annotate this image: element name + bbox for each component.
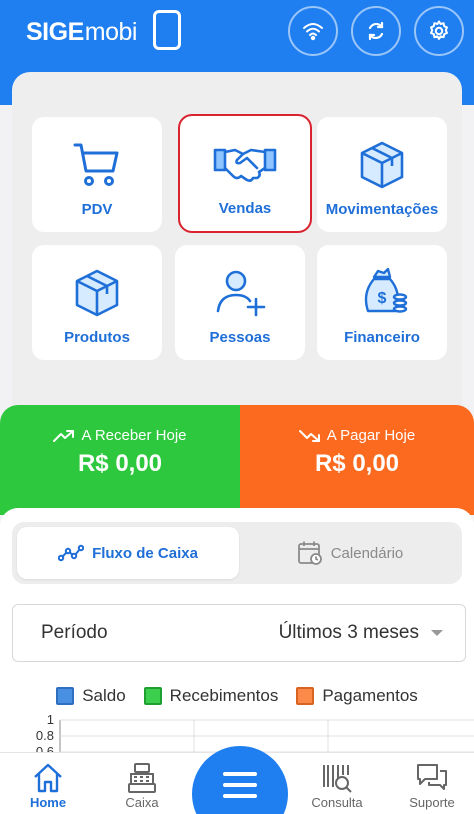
- tile-label: Vendas: [218, 200, 272, 217]
- logo-phone-icon: [153, 10, 181, 50]
- receber-label: A Receber Hoje: [81, 427, 187, 444]
- settings-button[interactable]: [414, 6, 464, 56]
- box-icon: [75, 269, 119, 317]
- nav-label: Caixa: [125, 795, 159, 810]
- periodo-select[interactable]: Período Últimos 3 meses: [12, 604, 466, 662]
- add-person-icon: [216, 270, 266, 317]
- pagar-hoje-card[interactable]: A Pagar Hoje R$ 0,00: [240, 405, 474, 515]
- menu-icon: [223, 772, 257, 805]
- chat-support-icon: [417, 764, 447, 790]
- settings-icon: [430, 20, 448, 40]
- tile-label: PDV: [81, 201, 113, 218]
- tile-label: Financeiro: [344, 329, 420, 346]
- tile-financeiro[interactable]: $ Financeiro: [317, 245, 447, 360]
- periodo-value: Últimos 3 meses: [278, 622, 419, 643]
- legend-label: Recebimentos: [169, 686, 279, 705]
- nav-label: Consulta: [311, 795, 363, 810]
- tile-movimentacoes[interactable]: Movimentações: [317, 117, 447, 232]
- legend-label: Pagamentos: [322, 686, 418, 705]
- sync-icon: [368, 21, 384, 41]
- box-icon: [360, 141, 404, 189]
- svg-text:$: $: [378, 290, 387, 307]
- cash-register-icon: [128, 763, 156, 793]
- tile-vendas[interactable]: Vendas: [178, 114, 312, 233]
- barcode-search-icon: [323, 765, 352, 793]
- tab-fluxo-de-caixa[interactable]: Fluxo de Caixa: [17, 527, 239, 579]
- legend-swatch: [143, 687, 162, 705]
- wifi-icon: [303, 23, 323, 41]
- nav-label: Home: [29, 795, 67, 810]
- legend-item-saldo[interactable]: Saldo: [56, 686, 126, 706]
- chart-legend: Saldo Recebimentos Pagamentos: [0, 686, 474, 706]
- tile-label: Pessoas: [209, 329, 271, 346]
- pagar-label: A Pagar Hoje: [326, 427, 416, 444]
- legend-swatch: [56, 687, 75, 705]
- tab-calendario[interactable]: Calendário: [244, 527, 456, 579]
- trend-up-icon: [53, 429, 75, 442]
- handshake-icon: [213, 148, 277, 182]
- logo-light-text: mobi: [84, 18, 138, 46]
- receber-value: R$ 0,00: [77, 450, 163, 477]
- sync-button[interactable]: [351, 6, 401, 56]
- legend-item-pagamentos[interactable]: Pagamentos: [296, 686, 418, 706]
- receber-hoje-card[interactable]: A Receber Hoje R$ 0,00: [0, 405, 240, 515]
- line-chart-icon: [58, 544, 85, 562]
- tab-label: Fluxo de Caixa: [92, 544, 198, 562]
- view-segmented-control: Fluxo de Caixa Calendário: [12, 522, 462, 584]
- logo-bold-text: SIGE: [26, 18, 84, 46]
- pagar-value: R$ 0,00: [314, 450, 400, 477]
- y-tick-label: 1: [46, 712, 54, 727]
- app-logo: SIGE mobi: [26, 18, 137, 54]
- tile-produtos[interactable]: Produtos: [32, 245, 162, 360]
- tab-label: Calendário: [330, 544, 404, 562]
- trend-down-icon: [298, 429, 320, 442]
- wifi-button[interactable]: [288, 6, 338, 56]
- tile-label: Produtos: [64, 329, 130, 346]
- legend-label: Saldo: [82, 686, 126, 705]
- nav-suporte[interactable]: Suporte: [392, 761, 472, 810]
- nav-home[interactable]: Home: [8, 761, 88, 810]
- tile-pessoas[interactable]: Pessoas: [175, 245, 305, 360]
- legend-item-recebimentos[interactable]: Recebimentos: [143, 686, 279, 706]
- home-icon: [34, 763, 62, 793]
- nav-consulta[interactable]: Consulta: [297, 761, 377, 810]
- tile-label: Movimentações: [325, 201, 439, 218]
- chevron-down-icon: [431, 630, 443, 636]
- periodo-label: Período: [41, 622, 108, 643]
- legend-swatch: [296, 687, 315, 705]
- calendar-icon: [297, 541, 322, 565]
- nav-caixa[interactable]: Caixa: [102, 761, 182, 810]
- nav-label: Suporte: [409, 795, 455, 810]
- tile-pdv[interactable]: PDV: [32, 117, 162, 232]
- money-bag-icon: $: [364, 267, 408, 313]
- cart-icon: [73, 143, 119, 186]
- y-tick-label: 0.8: [35, 728, 54, 743]
